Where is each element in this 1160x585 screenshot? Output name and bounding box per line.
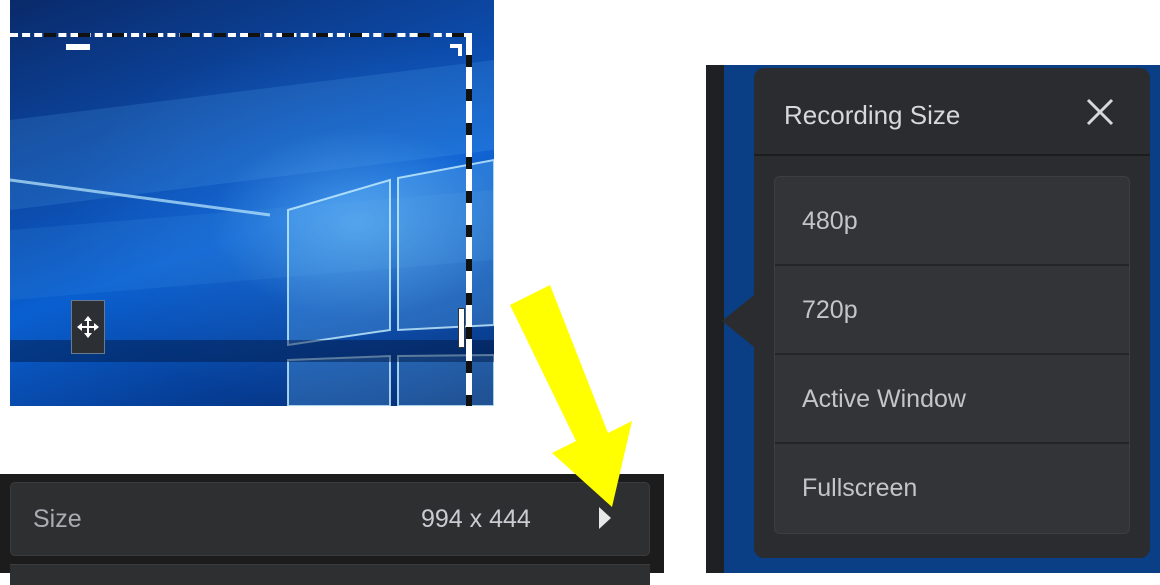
selection-top-handle[interactable] — [66, 44, 90, 50]
option-active-window[interactable]: Active Window — [775, 355, 1129, 444]
option-label: Active Window — [802, 385, 966, 413]
option-label: Fullscreen — [802, 474, 918, 502]
option-fullscreen[interactable]: Fullscreen — [775, 444, 1129, 533]
option-480p[interactable]: 480p — [775, 177, 1129, 266]
move-arrows-icon[interactable] — [71, 300, 105, 354]
option-720p[interactable]: 720p — [775, 266, 1129, 355]
recording-size-options: 480p 720p Active Window Fullscreen — [774, 176, 1130, 534]
selection-right-handle[interactable] — [458, 308, 465, 348]
selection-corner-handle[interactable] — [450, 44, 462, 56]
size-label: Size — [33, 505, 82, 533]
selection-border-top-dash — [22, 33, 468, 37]
popup-title: Recording Size — [784, 100, 961, 130]
option-label: 720p — [802, 296, 858, 324]
selection-border-right[interactable] — [466, 33, 472, 406]
recording-size-popup: Recording Size 480p 720p Active Window F… — [754, 68, 1150, 558]
annotation-arrow-icon — [510, 285, 632, 507]
desktop-capture-preview — [10, 0, 494, 406]
option-label: 480p — [802, 207, 858, 235]
popup-pointer — [722, 295, 754, 347]
next-settings-row[interactable] — [10, 564, 650, 585]
close-icon[interactable] — [1082, 94, 1118, 130]
popup-header: Recording Size — [754, 68, 1150, 156]
